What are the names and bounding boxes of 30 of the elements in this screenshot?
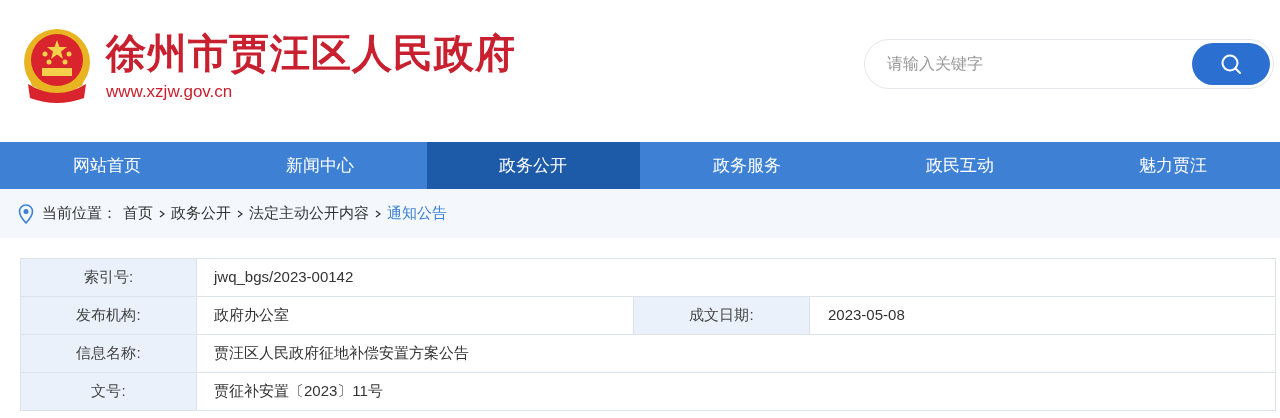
- search-icon: [1220, 53, 1242, 75]
- nav-tab[interactable]: 政务服务: [640, 142, 854, 189]
- breadcrumb-link[interactable]: 法定主动公开内容: [249, 202, 369, 225]
- breadcrumb-link[interactable]: 首页: [123, 202, 153, 225]
- nav-tab[interactable]: 政务公开: [426, 142, 640, 189]
- value-cell: 贾征补安置〔2023〕11号: [196, 372, 1276, 411]
- nav-tab[interactable]: 网站首页: [0, 142, 214, 189]
- value-cell: 2023-05-08: [809, 296, 1276, 335]
- label-cell: 发布机构:: [20, 296, 197, 335]
- location-pin-icon: [18, 203, 34, 224]
- label-cell: 索引号:: [20, 258, 197, 297]
- value-cell: 政府办公室: [196, 296, 634, 335]
- chevron-icon: [375, 209, 381, 218]
- breadcrumb-label: 当前位置：: [42, 203, 117, 224]
- site-title: 徐州市贾汪区人民政府: [106, 30, 516, 77]
- nav-tab[interactable]: 政民互动: [853, 142, 1067, 189]
- site-url: www.xzjw.gov.cn: [106, 81, 234, 103]
- label-cell: 信息名称:: [20, 334, 197, 373]
- chevron-icon: [159, 209, 165, 218]
- nav-tab[interactable]: 新闻中心: [213, 142, 427, 189]
- label-cell: 成文日期:: [633, 296, 810, 335]
- value-cell: jwq_bgs/2023-00142: [196, 258, 1276, 297]
- value-cell: 贾汪区人民政府征地补偿安置方案公告: [196, 334, 1276, 373]
- nav-tab[interactable]: 魅力贾汪: [1066, 142, 1280, 189]
- chevron-icon: [237, 209, 243, 218]
- search-button[interactable]: [1192, 43, 1270, 85]
- breadcrumb-link[interactable]: 通知公告: [387, 202, 447, 225]
- label-cell: 文号:: [20, 372, 197, 411]
- breadcrumb-link[interactable]: 政务公开: [171, 202, 231, 225]
- emblem-icon: [22, 28, 92, 104]
